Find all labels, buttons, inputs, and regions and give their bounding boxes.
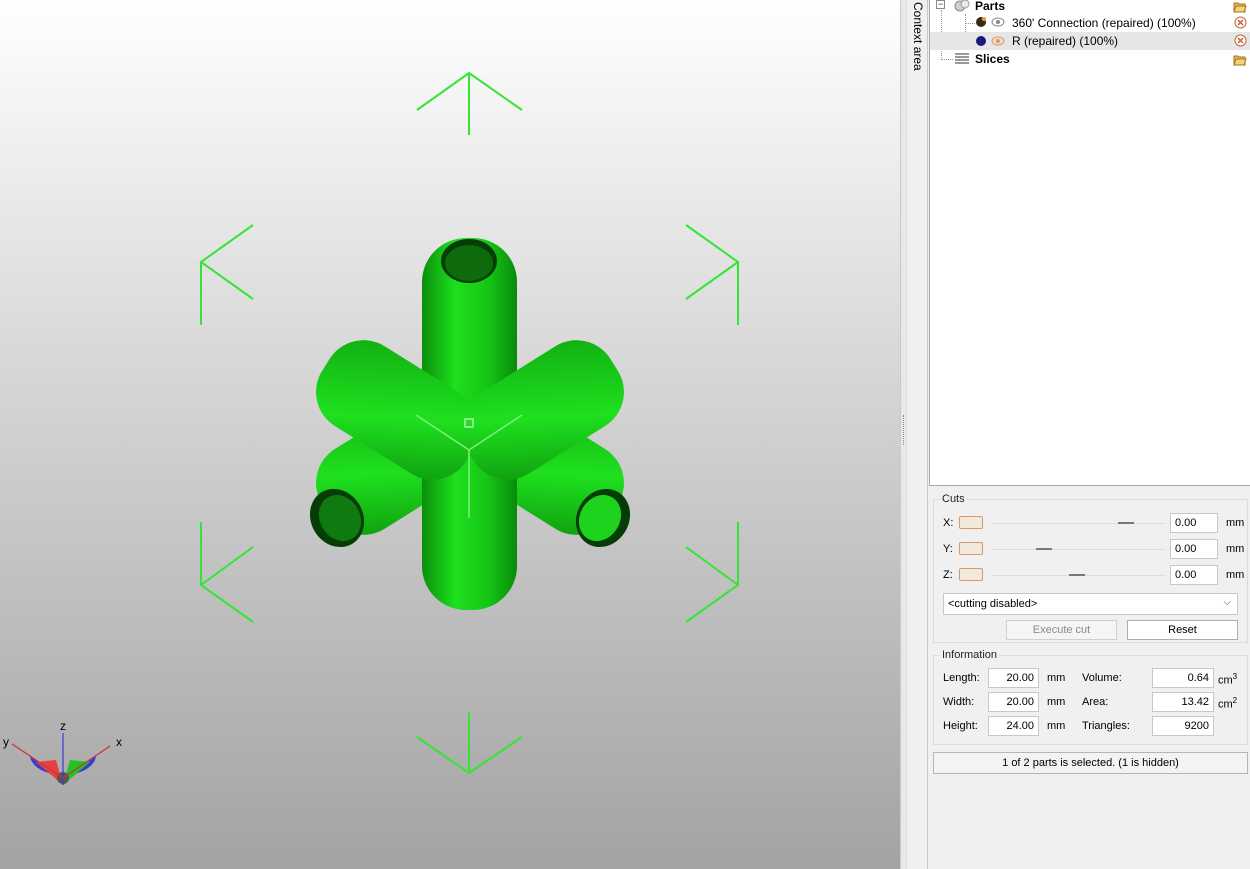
context-area-tab[interactable]: Context area — [906, 0, 928, 869]
axis-label-z: z — [60, 719, 66, 733]
cut-z-unit: mm — [1226, 569, 1245, 581]
width-value: 20.00 — [988, 692, 1039, 712]
cut-y-input[interactable]: 0.00 — [1170, 539, 1218, 559]
cut-y-slider[interactable] — [992, 549, 1166, 550]
area-unit: cm2 — [1218, 696, 1238, 711]
model-360-connection[interactable] — [299, 238, 640, 610]
open-folder-icon[interactable] — [1233, 54, 1247, 66]
information-title: Information — [940, 649, 1000, 661]
length-value: 20.00 — [988, 668, 1039, 688]
viewport-canvas[interactable]: z y x — [0, 0, 900, 869]
chevron-down-icon: ⌵ — [1223, 597, 1231, 608]
width-unit: mm — [1047, 696, 1066, 708]
volume-value: 0.64 — [1152, 668, 1214, 688]
parts-label: Parts — [975, 0, 1006, 13]
cut-mode-select[interactable]: <cutting disabled> ⌵ — [943, 593, 1238, 615]
parts-icon — [954, 0, 970, 12]
selection-status: 1 of 2 parts is selected. (1 is hidden) — [933, 752, 1248, 774]
axis-gizmo: z y x — [3, 719, 122, 785]
cut-x-input[interactable]: 0.00 — [1170, 513, 1218, 533]
execute-cut-button[interactable]: Execute cut — [1006, 620, 1117, 640]
cut-y-unit: mm — [1226, 543, 1245, 555]
slices-label: Slices — [975, 52, 1010, 66]
part-label: 360' Connection (repaired) (100%) — [1012, 16, 1196, 30]
context-area-label: Context area — [911, 2, 925, 71]
cuts-title: Cuts — [940, 493, 967, 505]
cut-y-toggle[interactable] — [959, 542, 983, 555]
remove-icon[interactable] — [1234, 16, 1247, 29]
cut-y-slider-handle[interactable] — [1036, 548, 1052, 550]
width-label: Width: — [943, 696, 975, 708]
cut-x-slider[interactable] — [992, 523, 1166, 524]
collapse-icon[interactable]: − — [936, 0, 945, 9]
cut-z-input[interactable]: 0.00 — [1170, 565, 1218, 585]
splitter-grip[interactable] — [903, 415, 905, 445]
slices-icon — [955, 53, 969, 64]
axis-label-x: x — [116, 735, 122, 749]
object-tree[interactable]: − Parts 360' Connection (repaired) (100%… — [929, 0, 1250, 486]
properties-panel: Cuts X: 0.00 mm Y: 0.00 mm Z: 0.00 mm <c… — [929, 487, 1250, 869]
part-label: R (repaired) (100%) — [1012, 34, 1119, 48]
cut-y-label: Y: — [943, 543, 953, 555]
length-unit: mm — [1047, 672, 1066, 684]
part-color-icon — [976, 36, 986, 46]
tree-item-part-selected[interactable]: R (repaired) (100%) — [930, 32, 1250, 50]
cut-x-slider-handle[interactable] — [1118, 522, 1134, 524]
cut-x-label: X: — [943, 517, 954, 529]
cut-mode-value: <cutting disabled> — [948, 598, 1038, 610]
cut-x-toggle[interactable] — [959, 516, 983, 529]
remove-icon[interactable] — [1234, 34, 1247, 47]
tree-node-slices[interactable]: Slices — [930, 50, 1250, 68]
cut-z-slider-handle[interactable] — [1069, 574, 1085, 576]
reset-button[interactable]: Reset — [1127, 620, 1238, 640]
cuts-group: Cuts X: 0.00 mm Y: 0.00 mm Z: 0.00 mm <c… — [933, 493, 1248, 643]
triangles-label: Triangles: — [1082, 720, 1130, 732]
open-folder-icon[interactable] — [1233, 1, 1247, 13]
tree-node-parts[interactable]: − Parts — [930, 0, 1250, 15]
information-group: Information Length: 20.00 mm Width: 20.0… — [933, 649, 1248, 745]
part-color-icon — [976, 17, 986, 27]
tree-item-part[interactable]: 360' Connection (repaired) (100%) — [930, 14, 1250, 32]
volume-label: Volume: — [1082, 672, 1122, 684]
cut-x-unit: mm — [1226, 517, 1245, 529]
volume-unit: cm3 — [1218, 672, 1238, 687]
triangles-value: 9200 — [1152, 716, 1214, 736]
eye-icon[interactable] — [991, 36, 1005, 46]
eye-icon[interactable] — [991, 17, 1005, 27]
area-value: 13.42 — [1152, 692, 1214, 712]
axis-label-y: y — [3, 735, 9, 749]
cut-z-toggle[interactable] — [959, 568, 983, 581]
height-value: 24.00 — [988, 716, 1039, 736]
height-unit: mm — [1047, 720, 1066, 732]
cut-z-label: Z: — [943, 569, 953, 581]
area-label: Area: — [1082, 696, 1109, 708]
3d-viewport[interactable]: z y x — [0, 0, 900, 869]
height-label: Height: — [943, 720, 978, 732]
length-label: Length: — [943, 672, 980, 684]
